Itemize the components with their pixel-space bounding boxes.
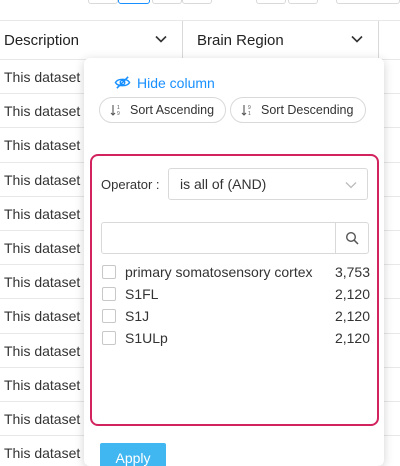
option-count: 3,753 bbox=[334, 264, 370, 280]
operator-select[interactable]: is all of (AND) bbox=[168, 168, 368, 200]
svg-text:1: 1 bbox=[248, 111, 251, 116]
pagination-button[interactable] bbox=[152, 0, 182, 4]
column-header-label: Description bbox=[4, 32, 80, 49]
column-header-brain-region[interactable]: Brain Region bbox=[183, 21, 379, 60]
eye-slash-icon bbox=[114, 76, 131, 89]
pagination-button[interactable] bbox=[88, 0, 118, 4]
option-list: primary somatosensory cortex 3,753 S1FL 2,1… bbox=[102, 261, 370, 349]
filter-option[interactable]: primary somatosensory cortex 3,753 bbox=[102, 261, 370, 283]
pagination-button[interactable] bbox=[182, 0, 212, 4]
hide-column-label: Hide column bbox=[137, 74, 215, 91]
column-header-description[interactable]: Description bbox=[0, 21, 183, 60]
option-checkbox[interactable] bbox=[102, 331, 116, 345]
option-label: S1FL bbox=[125, 286, 159, 302]
svg-text:9: 9 bbox=[117, 111, 120, 116]
sort-descending-button[interactable]: 9 1 Sort Descending bbox=[230, 97, 366, 123]
table-header: Description Brain Region bbox=[0, 20, 400, 60]
page: Description Brain Region This dataset is… bbox=[0, 0, 400, 466]
option-count: 2,120 bbox=[334, 308, 370, 324]
sort-ascending-label: Sort Ascending bbox=[130, 103, 215, 117]
pagination-button[interactable] bbox=[256, 0, 286, 4]
search-input[interactable] bbox=[102, 223, 336, 253]
filter-option[interactable]: S1FL 2,120 bbox=[102, 283, 370, 305]
sort-ascending-icon: 1 9 bbox=[110, 105, 120, 116]
pagination-button[interactable] bbox=[288, 0, 318, 4]
option-checkbox[interactable] bbox=[102, 309, 116, 323]
filter-option[interactable]: S1J 2,120 bbox=[102, 305, 370, 327]
sort-descending-icon: 9 1 bbox=[241, 105, 251, 116]
option-count: 2,120 bbox=[334, 330, 370, 346]
chevron-down-icon[interactable] bbox=[350, 32, 364, 46]
option-label: primary somatosensory cortex bbox=[125, 264, 313, 280]
filter-option[interactable]: S1ULp 2,120 bbox=[102, 327, 370, 349]
search-button[interactable] bbox=[335, 223, 368, 253]
operator-label: Operator : bbox=[101, 177, 160, 192]
option-checkbox[interactable] bbox=[102, 287, 116, 301]
option-label: S1J bbox=[125, 308, 150, 324]
pagination-strip bbox=[0, 0, 400, 14]
column-header-label: Brain Region bbox=[197, 32, 284, 49]
chevron-down-icon[interactable] bbox=[154, 32, 168, 46]
search-icon bbox=[345, 231, 359, 245]
pagination-button[interactable] bbox=[118, 0, 150, 4]
filter-panel: Operator : is all of (AND) primary somat… bbox=[90, 154, 379, 466]
option-checkbox[interactable] bbox=[102, 265, 116, 279]
option-count: 2,120 bbox=[334, 286, 370, 302]
pagination-button[interactable] bbox=[336, 0, 400, 4]
option-label: S1ULp bbox=[125, 330, 168, 346]
search-box bbox=[101, 222, 369, 254]
sort-descending-label: Sort Descending bbox=[261, 103, 354, 117]
column-menu-popup: Hide column 1 9 Sort Ascending 9 1 Sort … bbox=[84, 58, 384, 466]
operator-value: is all of (AND) bbox=[180, 176, 267, 192]
hide-column-button[interactable]: Hide column bbox=[114, 74, 215, 91]
chevron-down-icon bbox=[345, 182, 357, 189]
apply-button[interactable]: Apply bbox=[100, 443, 166, 466]
sort-ascending-button[interactable]: 1 9 Sort Ascending bbox=[99, 97, 226, 123]
